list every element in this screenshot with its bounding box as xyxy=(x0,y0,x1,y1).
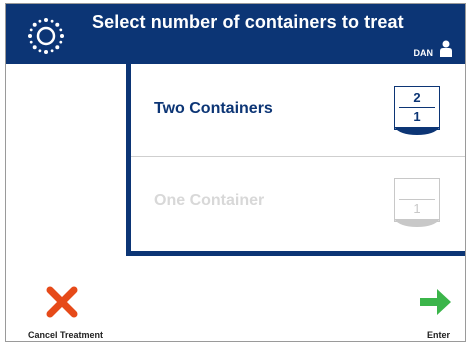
container-box: 1 xyxy=(394,178,440,222)
page-title: Select number of containers to treat xyxy=(92,12,404,32)
options-panel: Two Containers 2 1 One Container 1 xyxy=(126,64,465,256)
container-base-icon xyxy=(394,219,440,227)
green-arrow-right-icon xyxy=(420,289,451,315)
option-label: Two Containers xyxy=(154,100,273,117)
sun-dots-icon xyxy=(28,18,64,54)
header-bar: Select number of containers to treat DAN xyxy=(6,4,465,64)
treatment-screen: Select number of containers to treat DAN… xyxy=(5,3,466,342)
container-bottom-number: 1 xyxy=(413,201,421,216)
container-base-icon xyxy=(394,127,440,135)
user-indicator[interactable]: DAN xyxy=(414,40,454,58)
user-name: DAN xyxy=(413,48,434,58)
enter-label: Enter xyxy=(427,330,451,340)
red-x-icon xyxy=(46,286,78,318)
container-bottom-number: 1 xyxy=(413,109,421,124)
two-containers-icon: 2 1 xyxy=(394,86,440,138)
cancel-treatment-label: Cancel Treatment xyxy=(28,330,104,340)
divider-line xyxy=(399,107,435,108)
option-one-container[interactable]: One Container 1 xyxy=(131,157,465,250)
cancel-treatment-button[interactable]: Cancel Treatment xyxy=(20,282,130,340)
one-container-icon: 1 xyxy=(394,178,440,230)
divider-line xyxy=(399,199,435,200)
person-icon xyxy=(440,40,452,57)
container-box: 2 1 xyxy=(394,86,440,130)
container-top-number: 2 xyxy=(413,90,421,105)
option-label: One Container xyxy=(154,192,265,209)
option-two-containers[interactable]: Two Containers 2 1 xyxy=(131,64,465,157)
enter-button[interactable]: Enter xyxy=(411,282,463,340)
